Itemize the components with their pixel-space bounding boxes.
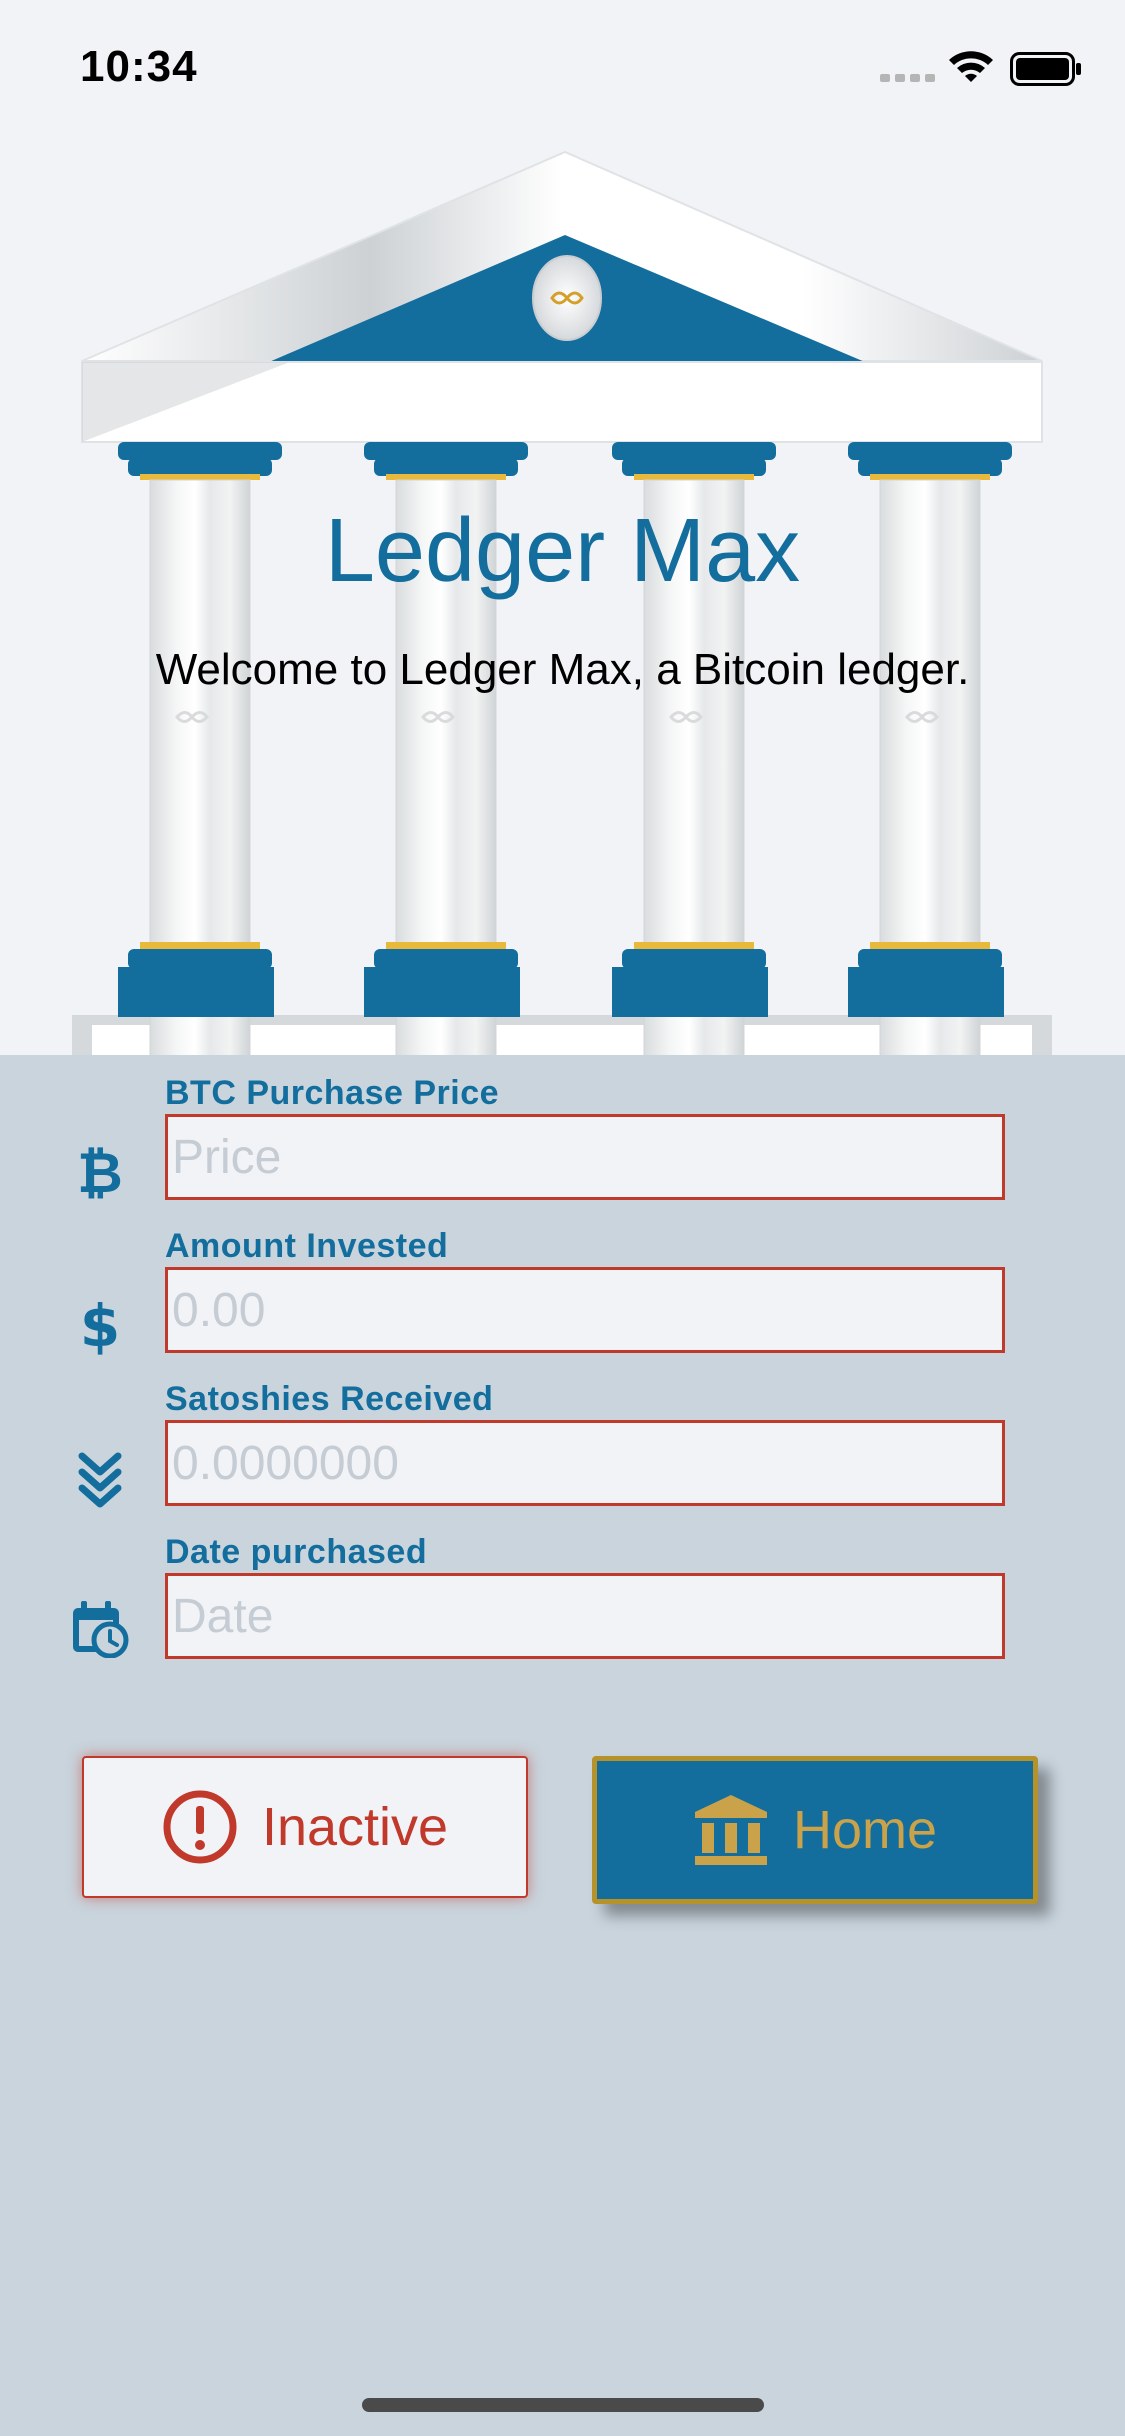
app-title: Ledger Max bbox=[324, 501, 801, 601]
status-bar: 10:34 bbox=[0, 0, 1125, 140]
home-button[interactable]: Home bbox=[592, 1756, 1038, 1904]
amount-invested-input[interactable] bbox=[165, 1267, 1005, 1353]
status-time: 10:34 bbox=[80, 42, 198, 91]
inactive-button[interactable]: Inactive bbox=[82, 1756, 528, 1898]
battery-icon bbox=[1010, 52, 1081, 86]
svg-text:₿: ₿ bbox=[77, 1142, 123, 1202]
satoshies-received-label: Satoshies Received bbox=[165, 1380, 494, 1418]
home-button-label: Home bbox=[792, 1800, 938, 1860]
alert-circle-icon bbox=[163, 1790, 237, 1864]
welcome-message: Welcome to Ledger Max, a Bitcoin ledger. bbox=[155, 645, 970, 694]
dollar-icon: $ bbox=[80, 1296, 120, 1356]
amount-invested-label: Amount Invested bbox=[165, 1227, 449, 1265]
date-purchased-input[interactable] bbox=[165, 1573, 1005, 1659]
satoshies-received-input[interactable] bbox=[165, 1420, 1005, 1506]
wifi-icon bbox=[949, 51, 993, 82]
date-purchased-label: Date purchased bbox=[165, 1533, 428, 1571]
double-chevron-down-icon bbox=[78, 1452, 122, 1508]
bitcoin-icon: ₿ bbox=[77, 1142, 123, 1202]
hero-section: Ledger Max Welcome to Ledger Max, a Bitc… bbox=[0, 140, 1125, 1055]
btc-price-input[interactable] bbox=[165, 1114, 1005, 1200]
inactive-button-label: Inactive bbox=[261, 1797, 449, 1857]
bank-icon bbox=[694, 1795, 767, 1865]
cellular-signal-icon bbox=[880, 74, 935, 82]
svg-text:$: $ bbox=[80, 1296, 120, 1356]
home-indicator[interactable] bbox=[362, 2398, 764, 2412]
btc-price-label: BTC Purchase Price bbox=[165, 1074, 500, 1112]
calendar-clock-icon bbox=[73, 1601, 129, 1658]
